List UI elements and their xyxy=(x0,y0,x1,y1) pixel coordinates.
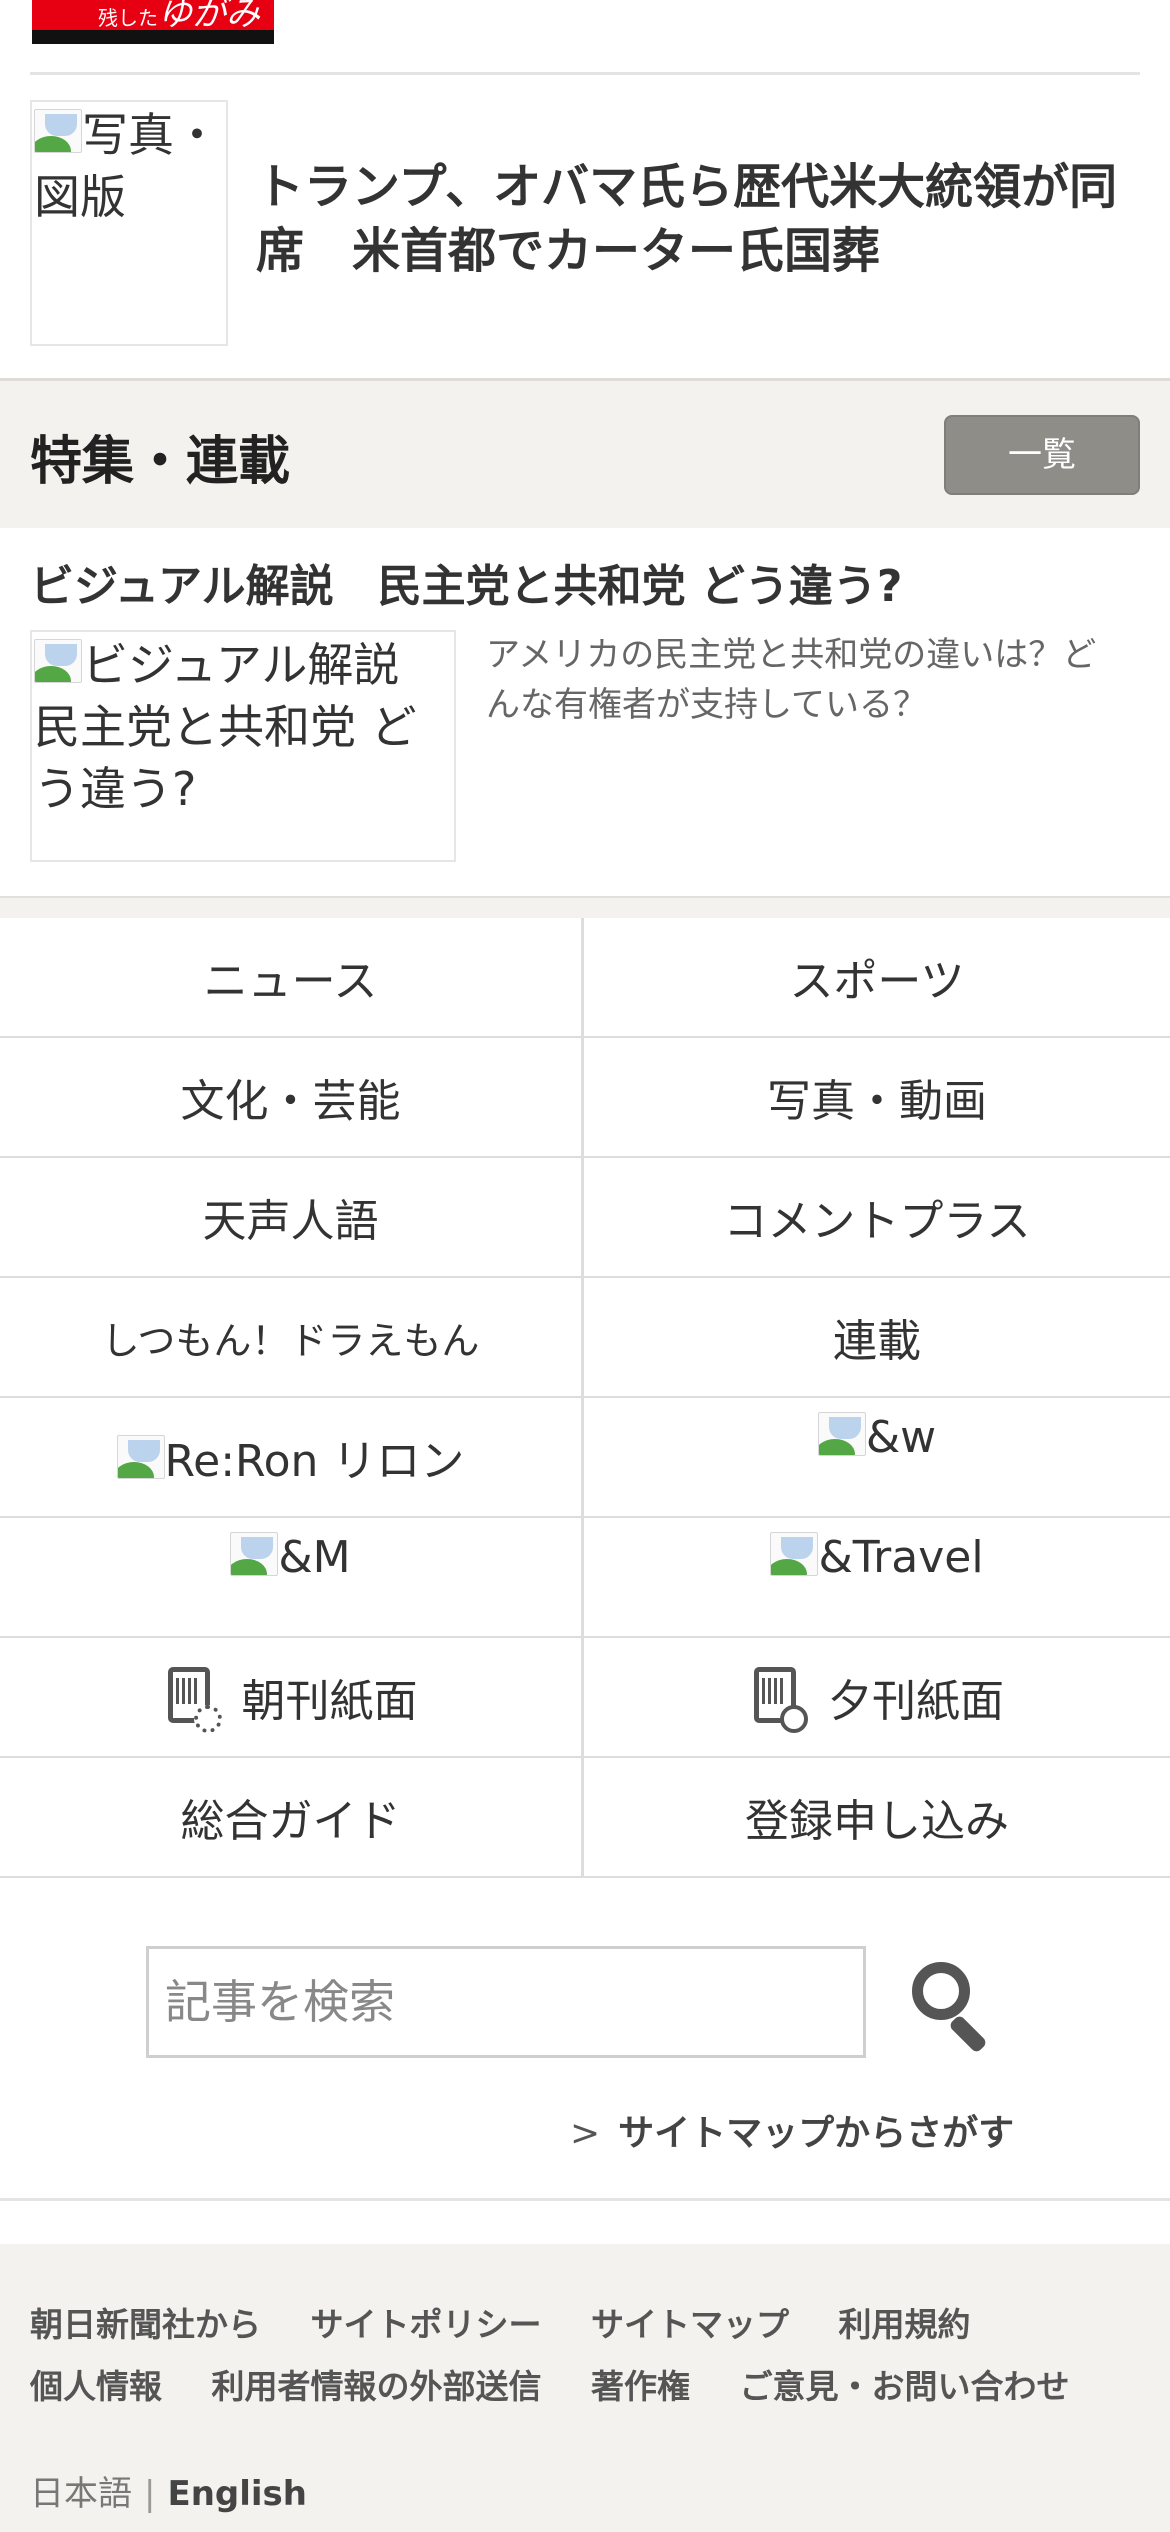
broken-image-icon xyxy=(34,639,82,683)
feature-item-description: アメリカの民主党と共和党の違いは？どんな有権者が支持している？ xyxy=(486,635,1097,725)
section-title: 特集・連載 xyxy=(30,432,291,492)
list-all-button[interactable]: 一覧 xyxy=(944,415,1140,495)
nav-reron[interactable]: Re:Ron リロン xyxy=(0,1398,584,1518)
nav-reron-label: Re:Ron リロン xyxy=(164,1436,465,1487)
feature-item-thumbnail[interactable]: ビジュアル解説 民主党と共和党 どう違う? xyxy=(30,630,456,862)
nav-shitsumon-doraemon[interactable]: しつもん！ドラえもん xyxy=(0,1278,584,1398)
footer-link-about[interactable]: 朝日新聞社から xyxy=(30,2305,261,2344)
nav-morning-paper[interactable]: 朝刊紙面 xyxy=(0,1638,584,1758)
footer-links: 朝日新聞社から サイトポリシー サイトマップ 利用規約 個人情報 利用者情報の外… xyxy=(30,2294,1140,2418)
section-separator xyxy=(0,896,1170,918)
and-travel-logo-icon xyxy=(770,1532,819,1576)
nav-sports-label: スポーツ xyxy=(789,956,965,1007)
nav-guide-label: 総合ガイド xyxy=(180,1796,401,1847)
footer: 朝日新聞社から サイトポリシー サイトマップ 利用規約 個人情報 利用者情報の外… xyxy=(0,2244,1170,2532)
nav-and-w-label: &w xyxy=(865,1412,937,1463)
nav-morning-paper-label: 朝刊紙面 xyxy=(241,1676,418,1727)
morning-paper-icon xyxy=(164,1665,222,1733)
top-banner-image[interactable]: 残したゆがみ xyxy=(32,0,274,44)
category-nav-grid: ニュース スポーツ 文化・芸能 写真・動画 天声人語 コメントプラス しつもん！… xyxy=(0,918,1170,1878)
feature-item[interactable]: ビジュアル解説 民主党と共和党 どう違う? ビジュアル解説 民主党と共和党 どう… xyxy=(0,528,1170,900)
banner-text: 残したゆがみ xyxy=(98,0,260,31)
nav-photo-video-label: 写真・動画 xyxy=(767,1076,987,1127)
news-article-row[interactable]: 写真・図版 トランプ、オバマ氏ら歴代米大統領が同席 米首都でカーター氏国葬 xyxy=(0,75,1170,378)
footer-link-external-transmission[interactable]: 利用者情報の外部送信 xyxy=(212,2367,542,2406)
footer-link-sitemap[interactable]: サイトマップ xyxy=(591,2305,789,2344)
sitemap-search-link[interactable]: > サイトマップからさがす xyxy=(570,2104,1014,2156)
footer-link-contact[interactable]: ご意見・お問い合わせ xyxy=(740,2367,1070,2406)
nav-sports[interactable]: スポーツ xyxy=(584,918,1170,1038)
nav-rensai[interactable]: 連載 xyxy=(584,1278,1170,1398)
and-w-logo-icon xyxy=(817,1412,866,1456)
article-headline[interactable]: トランプ、オバマ氏ら歴代米大統領が同席 米首都でカーター氏国葬 xyxy=(256,155,1136,283)
reron-logo-icon xyxy=(116,1435,165,1479)
nav-comment-plus[interactable]: コメントプラス xyxy=(584,1158,1170,1278)
nav-culture[interactable]: 文化・芸能 xyxy=(0,1038,584,1158)
nav-evening-paper-label: 夕刊紙面 xyxy=(828,1676,1004,1727)
broken-image-icon xyxy=(34,109,82,153)
search-icon[interactable] xyxy=(908,1958,992,2054)
footer-link-copyright[interactable]: 著作権 xyxy=(591,2367,690,2406)
footer-link-site-policy[interactable]: サイトポリシー xyxy=(311,2305,542,2344)
chevron-right-icon: > xyxy=(570,2113,601,2154)
nav-tensei-jingo-label: 天声人語 xyxy=(202,1196,379,1247)
banner-text-large: ゆがみ xyxy=(158,0,260,34)
nav-guide[interactable]: 総合ガイド xyxy=(0,1758,584,1878)
nav-comment-plus-label: コメントプラス xyxy=(723,1196,1031,1247)
article-thumbnail[interactable]: 写真・図版 xyxy=(30,100,228,346)
nav-tensei-jingo[interactable]: 天声人語 xyxy=(0,1158,584,1278)
sitemap-link-label: サイトマップからさがす xyxy=(618,2113,1015,2154)
lang-japanese[interactable]: 日本語 xyxy=(30,2474,132,2514)
nav-news[interactable]: ニュース xyxy=(0,918,584,1038)
divider xyxy=(0,2198,1170,2201)
nav-and-m-label: &M xyxy=(278,1532,351,1583)
and-m-logo-icon xyxy=(230,1532,279,1576)
language-switcher: 日本語 | English xyxy=(30,2466,307,2515)
nav-and-w[interactable]: &w xyxy=(584,1398,1170,1518)
nav-rensai-label: 連載 xyxy=(833,1316,921,1367)
feature-thumbnail-alt: ビジュアル解説 民主党と共和党 どう違う? xyxy=(34,638,417,816)
nav-evening-paper[interactable]: 夕刊紙面 xyxy=(584,1638,1170,1758)
footer-link-privacy[interactable]: 個人情報 xyxy=(30,2367,162,2406)
lang-separator: | xyxy=(144,2474,156,2514)
nav-photo-video[interactable]: 写真・動画 xyxy=(584,1038,1170,1158)
evening-paper-icon xyxy=(750,1665,808,1733)
banner-text-small: 残した xyxy=(98,6,158,30)
nav-register-label: 登録申し込み xyxy=(745,1796,1009,1847)
feature-item-title[interactable]: ビジュアル解説 民主党と共和党 どう違う? xyxy=(30,550,902,614)
search-input[interactable]: 記事を検索 xyxy=(146,1946,866,2058)
nav-news-label: ニュース xyxy=(203,956,378,1007)
nav-culture-label: 文化・芸能 xyxy=(180,1076,401,1127)
feature-section-header: 特集・連載 一覧 xyxy=(0,378,1170,528)
nav-and-travel-label: &Travel xyxy=(818,1532,984,1583)
nav-register[interactable]: 登録申し込み xyxy=(584,1758,1170,1878)
footer-link-terms[interactable]: 利用規約 xyxy=(839,2305,971,2344)
nav-shitsumon-label: しつもん！ドラえもん xyxy=(101,1318,480,1363)
lang-english[interactable]: English xyxy=(167,2474,307,2514)
nav-and-travel[interactable]: &Travel xyxy=(584,1518,1170,1638)
nav-and-m[interactable]: &M xyxy=(0,1518,584,1638)
